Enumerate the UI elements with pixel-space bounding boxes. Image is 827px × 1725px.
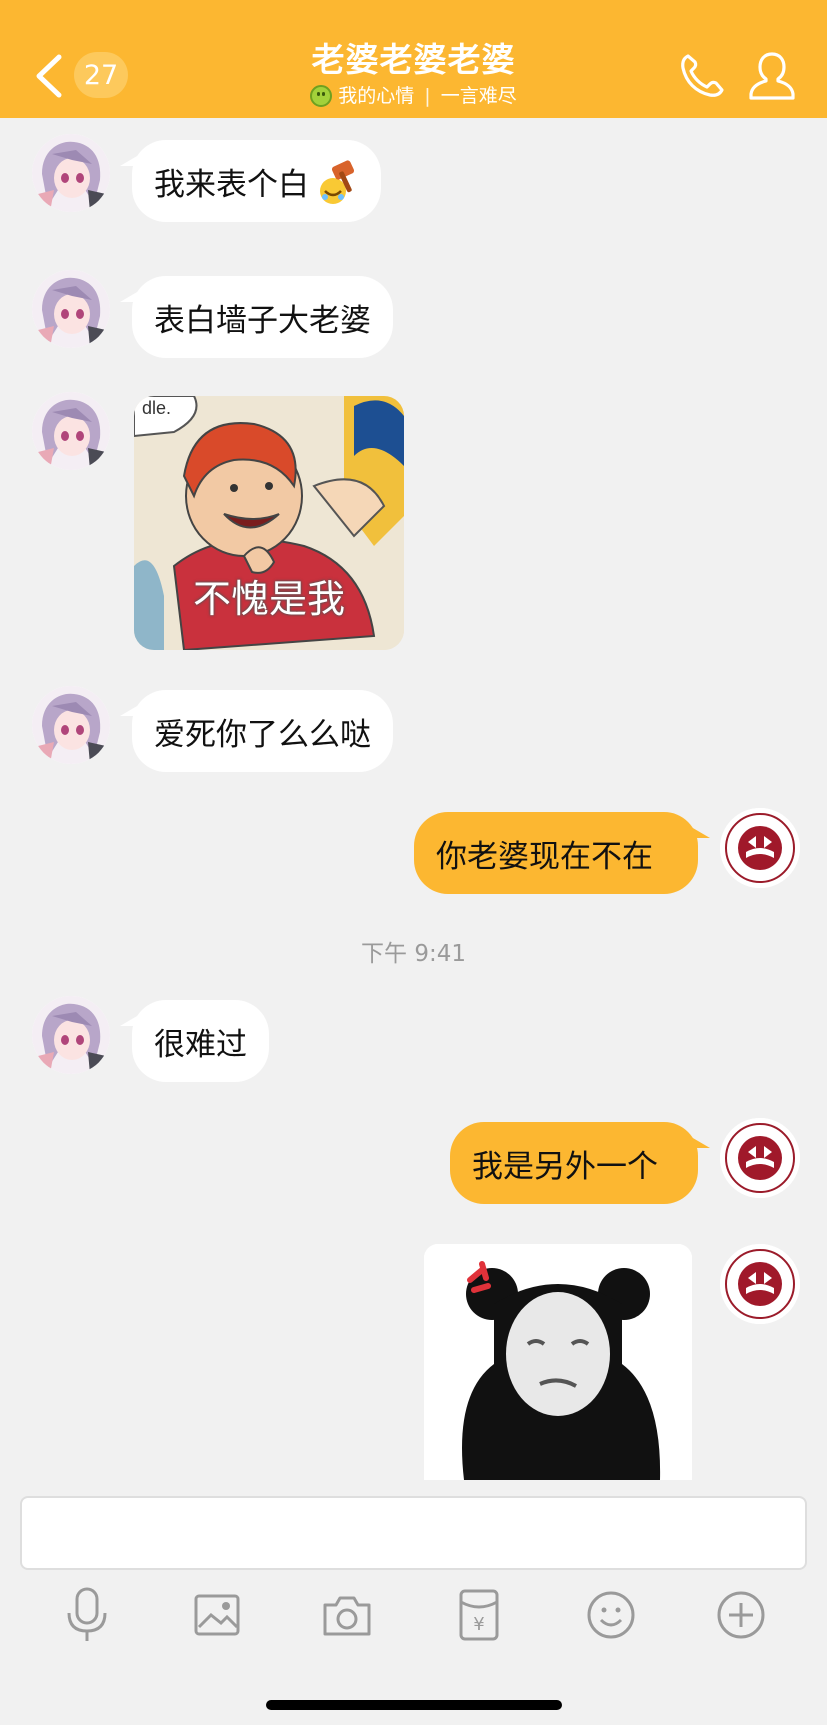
message-bubble-incoming[interactable]: 爱死你了么么哒 [120,690,393,772]
image-button[interactable] [184,1582,250,1648]
chat-header: 27 老婆老婆老婆 我的心情 | 一言难尽 [0,0,827,118]
message-text: 我来表个白 [154,166,309,203]
home-indicator[interactable] [266,1700,562,1710]
chat-title: 老婆老婆老婆 [311,40,516,79]
message-text: 我是另外一个 [472,1148,658,1185]
anime-girl-avatar-icon [32,996,110,1074]
composer-toolbar: ¥ [0,1582,827,1648]
sticker-caption: 不愧是我 [192,577,345,621]
message-bubble-incoming[interactable]: 很难过 [120,1000,269,1082]
emoji-button[interactable] [578,1582,644,1648]
message-text: 你老婆现在不在 [436,838,653,875]
contact-avatar[interactable] [32,392,110,470]
mood-status: 我的心情 | 一言难尽 [200,84,627,108]
contact-avatar[interactable] [32,134,110,212]
red-packet-icon: ¥ [459,1589,499,1641]
voice-button[interactable] [54,1582,120,1648]
hammer-emoji-icon [320,160,355,204]
school-emblem-avatar-icon [720,1244,800,1324]
sticker-corner-text: dle. [142,398,171,418]
anime-girl-avatar-icon [32,270,110,348]
contact-avatar[interactable] [32,270,110,348]
self-avatar[interactable] [720,1118,800,1198]
contact-avatar[interactable] [32,996,110,1074]
mood-smile-icon [310,85,333,107]
self-avatar[interactable] [720,808,800,888]
school-emblem-avatar-icon [720,1118,800,1198]
more-button[interactable] [708,1582,774,1648]
message-input[interactable] [20,1496,807,1570]
contact-avatar[interactable] [32,686,110,764]
svg-text:¥: ¥ [473,1614,484,1635]
microphone-icon [67,1587,107,1641]
message-text: 爱死你了么么哒 [154,716,371,753]
anime-girl-avatar-icon [32,392,110,470]
message-timestamp: 下午 9:41 [361,941,466,967]
chevron-left-icon [36,54,62,98]
phone-icon [681,54,724,97]
mood-label: 我的心情 [338,85,415,107]
camera-icon [323,1596,371,1636]
sticker-message-outgoing[interactable] [424,1244,692,1480]
anime-girl-avatar-icon [32,686,110,764]
message-text: 很难过 [154,1026,247,1063]
school-emblem-avatar-icon [720,808,800,888]
sticker-message-incoming[interactable]: dle. 不愧是我 [134,396,404,650]
message-bubble-incoming[interactable]: 表白墙子大老婆 [120,276,393,358]
message-bubble-incoming[interactable]: 我来表个白 [120,140,381,222]
mood-text: 一言难尽 [440,85,517,107]
mood-separator: | [424,85,431,107]
self-avatar[interactable] [720,1244,800,1324]
anime-girl-avatar-icon [32,134,110,212]
image-icon [194,1594,240,1636]
message-text: 表白墙子大老婆 [154,302,371,339]
red-packet-button[interactable]: ¥ [446,1582,512,1648]
message-bubble-outgoing[interactable]: 你老婆现在不在 [414,812,710,894]
unread-badge[interactable]: 27 [74,52,128,98]
message-bubble-outgoing[interactable]: 我是另外一个 [450,1122,710,1204]
emoji-icon [587,1591,635,1639]
camera-button[interactable] [314,1582,380,1648]
panda-face-sticker-image [424,1244,692,1480]
back-button[interactable] [28,46,68,106]
call-button[interactable] [674,48,730,104]
user-icon [749,52,795,100]
profile-button[interactable] [744,48,800,104]
plus-icon [717,1591,765,1639]
chat-title-block[interactable]: 老婆老婆老婆 我的心情 | 一言难尽 [200,38,627,108]
